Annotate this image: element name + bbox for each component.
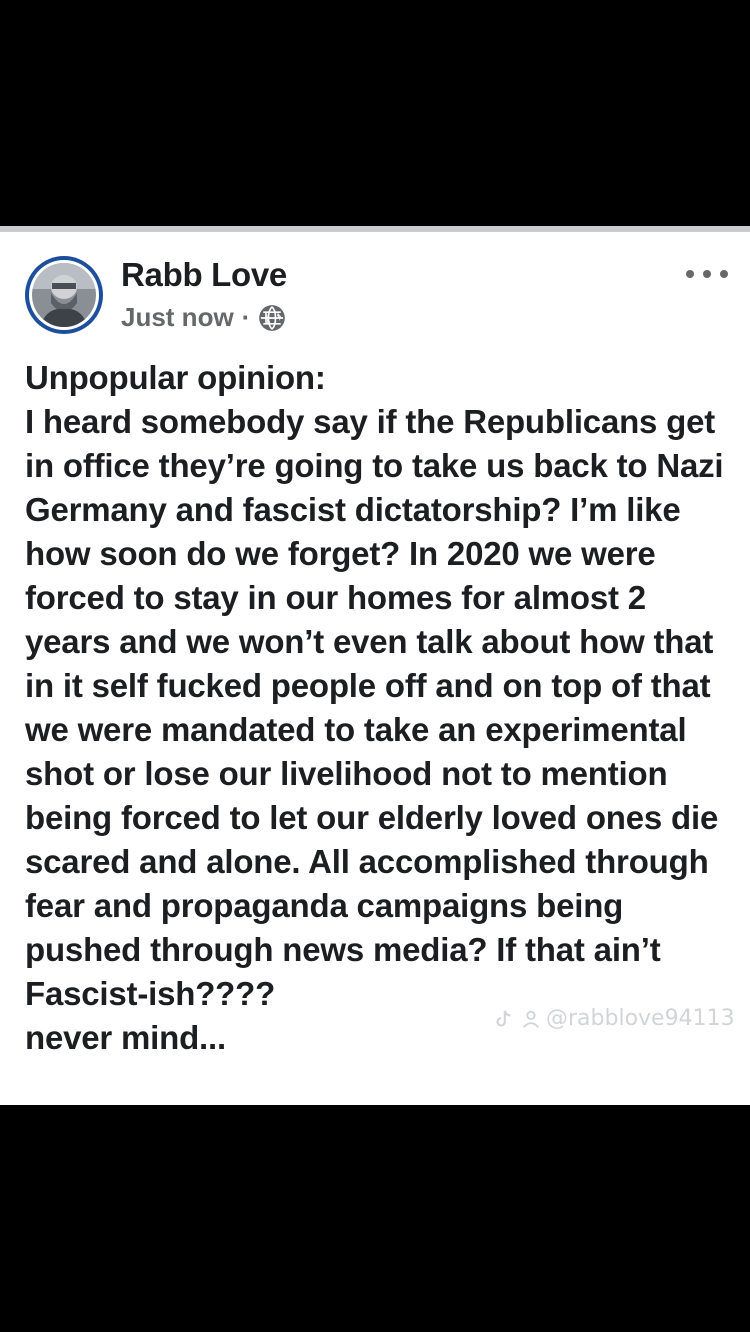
post-body-text: Unpopular opinion: I heard somebody say … bbox=[25, 359, 724, 1056]
more-horizontal-icon bbox=[686, 270, 694, 278]
post-timestamp[interactable]: Just now bbox=[121, 302, 234, 333]
globe-icon[interactable] bbox=[258, 304, 286, 332]
watermark-handle: @rabblove94113 bbox=[546, 1006, 735, 1031]
more-options-button[interactable] bbox=[686, 262, 728, 286]
more-horizontal-icon bbox=[720, 270, 728, 278]
watermark: @rabblove94113 bbox=[492, 1006, 735, 1031]
post-meta: Just now · bbox=[121, 302, 286, 333]
post-card: Rabb Love Just now · Unpopular opinion: … bbox=[0, 232, 750, 1105]
author-avatar[interactable] bbox=[25, 256, 103, 334]
user-icon bbox=[522, 1010, 540, 1028]
more-horizontal-icon bbox=[703, 270, 711, 278]
author-name[interactable]: Rabb Love bbox=[121, 256, 287, 294]
tiktok-logo-icon bbox=[496, 1009, 511, 1026]
top-black-band bbox=[0, 0, 750, 226]
meta-separator: · bbox=[241, 302, 251, 332]
avatar-photo-icon bbox=[32, 263, 96, 327]
avatar-frame bbox=[29, 260, 99, 330]
bottom-black-band bbox=[0, 1105, 750, 1332]
